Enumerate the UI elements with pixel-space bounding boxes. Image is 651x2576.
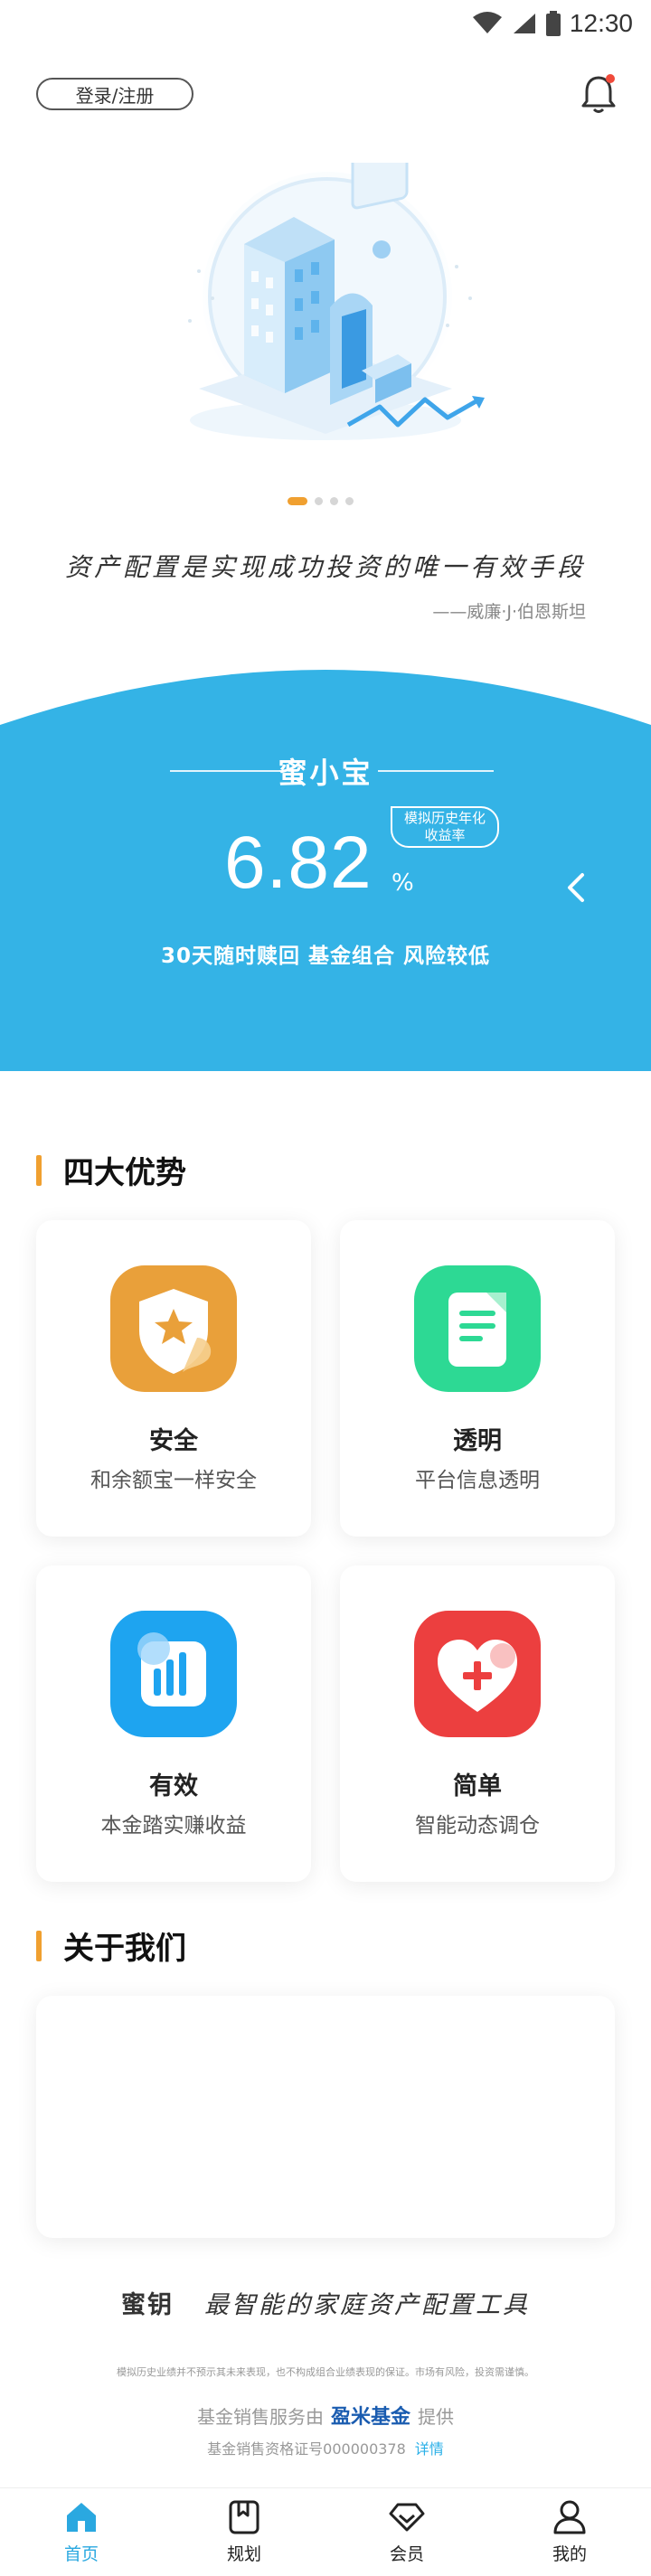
rate-tag: 模拟历史年化 收益率 <box>391 806 499 848</box>
advantage-title: 安全 <box>149 1427 198 1455</box>
tab-home[interactable]: 首页 <box>0 2488 163 2576</box>
product-name: 蜜小宝 <box>278 756 373 790</box>
signal-icon <box>513 14 535 33</box>
tab-label: 会员 <box>389 2544 424 2564</box>
advantage-card-safe[interactable]: 安全 和余额宝一样安全 <box>36 1220 311 1537</box>
brand-name: 蜜钥 <box>121 2291 174 2319</box>
status-bar: 12:30 <box>0 0 651 47</box>
quote-author: ——威廉·J·伯恩斯坦 <box>432 602 586 622</box>
license-details-link[interactable]: 详情 <box>415 2440 444 2458</box>
advantage-desc: 智能动态调仓 <box>415 1814 540 1838</box>
title-divider-right <box>378 770 494 772</box>
product-card[interactable]: 蜜小宝 6.82 % 模拟历史年化 收益率 30天随时赎回 基金组合 风险较低 <box>0 660 651 1071</box>
advantage-card-simple[interactable]: 简单 智能动态调仓 <box>340 1565 615 1882</box>
carousel-dot[interactable] <box>330 497 338 505</box>
rate-tag-line2: 收益率 <box>424 827 466 843</box>
tab-planning[interactable]: 规划 <box>163 2488 326 2576</box>
carousel-indicator[interactable] <box>288 497 354 505</box>
quote-text: 资产配置是实现成功投资的唯一有效手段 <box>64 552 586 582</box>
bar-chart-icon <box>110 1611 237 1737</box>
tab-label: 首页 <box>63 2544 99 2564</box>
about-section-title: 关于我们 <box>36 1923 186 1968</box>
advantage-card-effective[interactable]: 有效 本金踏实赚收益 <box>36 1565 311 1882</box>
annual-rate-unit: % <box>392 870 414 897</box>
service-suffix: 提供 <box>418 2405 454 2428</box>
advantage-desc: 本金踏实赚收益 <box>100 1814 247 1838</box>
brand-slogan-line: 蜜钥 最智能的家庭资产配置工具 <box>0 2285 651 2320</box>
advantage-card-transparent[interactable]: 透明 平台信息透明 <box>340 1220 615 1537</box>
carousel-dot[interactable] <box>315 497 323 505</box>
carousel-dot-active[interactable] <box>288 497 307 505</box>
diamond-icon <box>389 2503 425 2532</box>
advantages-section-title: 四大优势 <box>36 1148 186 1192</box>
advantage-title: 简单 <box>453 1772 502 1800</box>
clock-time: 12:30 <box>569 9 633 37</box>
home-icon <box>67 2503 96 2532</box>
license-line: 基金销售资格证号000000378 详情 <box>0 2437 651 2458</box>
notification-dot <box>606 74 615 83</box>
tab-label: 我的 <box>552 2544 587 2564</box>
service-provider-line: 基金销售服务由 盈米基金 提供 <box>0 2401 651 2430</box>
user-icon <box>553 2500 586 2534</box>
rate-tag-line1: 模拟历史年化 <box>403 810 486 826</box>
product-description: 30天随时赎回 基金组合 风险较低 <box>160 945 491 968</box>
brand-slogan: 最智能的家庭资产配置工具 <box>204 2291 530 2319</box>
about-card[interactable] <box>36 1996 615 2238</box>
risk-disclaimer: 模拟历史业绩并不预示其未来表现，也不构成组合业绩表现的保证。市场有风险，投资需谨… <box>117 2366 534 2378</box>
hero-illustration <box>136 140 515 479</box>
tab-mine[interactable]: 我的 <box>488 2488 651 2576</box>
carousel-dot[interactable] <box>345 497 354 505</box>
service-prefix: 基金销售服务由 <box>196 2405 324 2428</box>
advantage-desc: 平台信息透明 <box>415 1469 540 1492</box>
shield-star-icon <box>110 1265 237 1392</box>
license-text: 基金销售资格证号000000378 <box>207 2440 406 2458</box>
annual-rate-value: 6.82 <box>224 822 373 904</box>
document-icon <box>414 1265 541 1392</box>
notification-bell-icon[interactable] <box>579 72 618 116</box>
wifi-icon <box>472 12 502 33</box>
chevron-left-icon[interactable] <box>561 870 593 906</box>
battery-icon <box>545 11 561 36</box>
advantage-title: 有效 <box>149 1772 198 1800</box>
bottom-tab-bar: 首页 规划 会员 我的 <box>0 2487 651 2576</box>
partner-logo-text: 盈米基金 <box>330 2406 410 2429</box>
login-register-button[interactable]: 登录/注册 <box>36 78 193 110</box>
planning-icon <box>229 2500 259 2534</box>
tab-membership[interactable]: 会员 <box>326 2488 488 2576</box>
advantage-desc: 和余额宝一样安全 <box>90 1469 257 1492</box>
advantage-title: 透明 <box>453 1427 502 1455</box>
heart-plus-icon <box>414 1611 541 1737</box>
tab-label: 规划 <box>226 2544 261 2564</box>
